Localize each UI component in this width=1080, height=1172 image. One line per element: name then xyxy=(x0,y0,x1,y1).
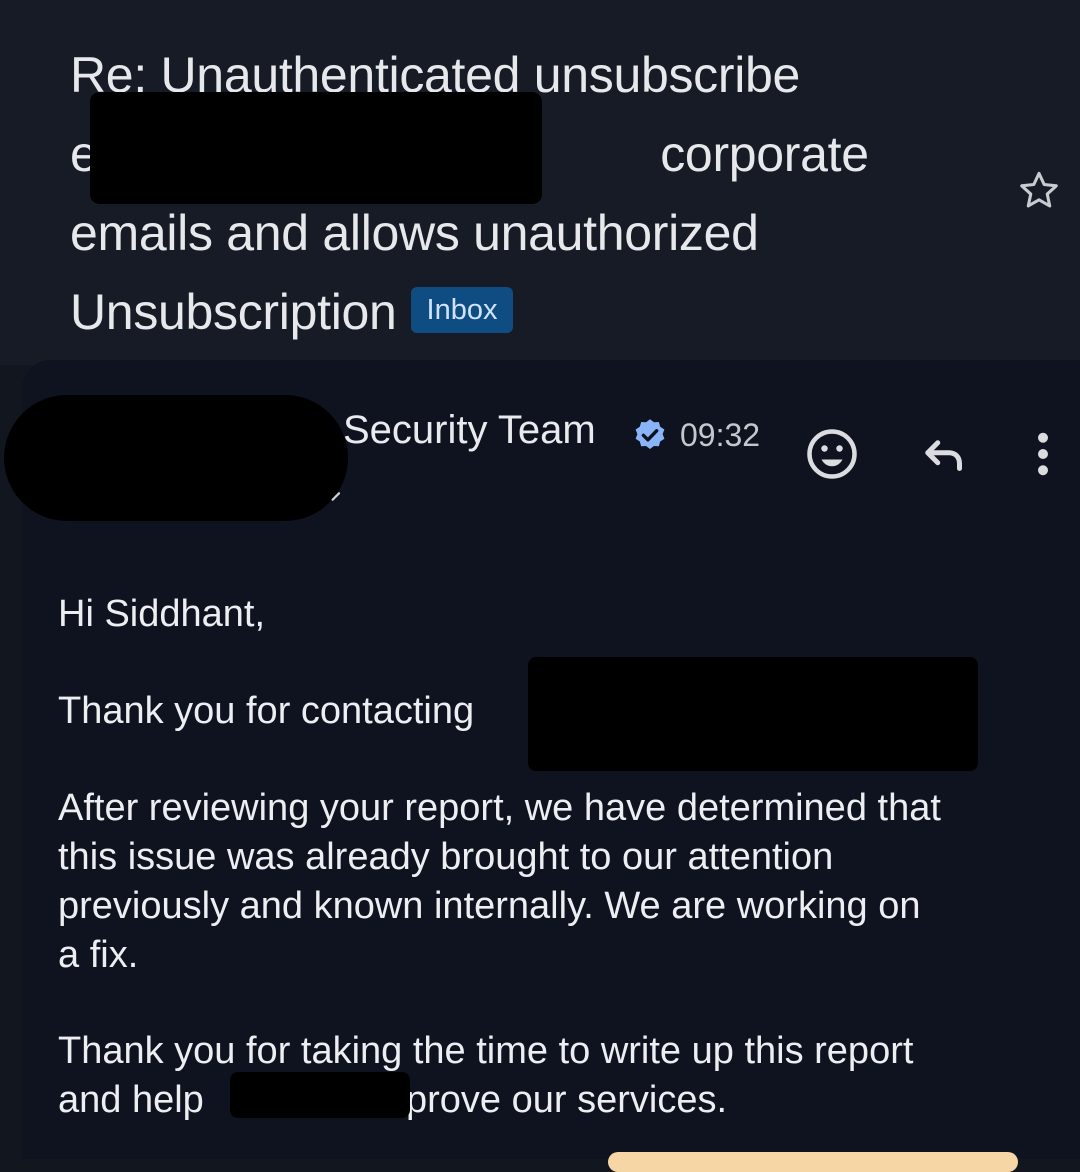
star-icon[interactable] xyxy=(1016,168,1062,214)
subject-line-3: emails and allows unauthorized xyxy=(70,205,759,261)
greeting: Hi Siddhant, xyxy=(58,593,266,635)
sender-avatar-redaction xyxy=(4,395,348,521)
add-reaction-icon[interactable] xyxy=(802,424,862,484)
paragraph-3-line-1: Thank you for taking the time to write u… xyxy=(58,1030,914,1072)
paragraph-2-line-3: previously and known internally. We are … xyxy=(58,885,921,927)
body-redaction-company xyxy=(528,657,978,771)
chevron-down-icon[interactable] xyxy=(328,486,350,508)
paragraph-3-line-2-end: prove our services. xyxy=(406,1079,728,1121)
subject-line-4: Unsubscription xyxy=(70,284,397,340)
subject-redaction xyxy=(90,92,542,204)
reply-icon[interactable] xyxy=(914,424,974,484)
subject-line-2-end: corporate xyxy=(660,126,869,182)
verified-badge-icon xyxy=(635,419,665,449)
inbox-label-chip[interactable]: Inbox xyxy=(410,287,514,333)
bottom-action-chip[interactable] xyxy=(608,1152,1018,1172)
paragraph-2-line-1: After reviewing your report, we have det… xyxy=(58,787,941,829)
more-vertical-icon[interactable] xyxy=(1018,424,1068,484)
message-time: 09:32 xyxy=(680,417,761,453)
paragraph-2-line-4: a fix. xyxy=(58,934,139,976)
sender-name[interactable]: Security Team xyxy=(343,408,596,453)
paragraph-2-line-2: this issue was already brought to our at… xyxy=(58,836,834,878)
body-redaction-inline xyxy=(230,1072,410,1118)
